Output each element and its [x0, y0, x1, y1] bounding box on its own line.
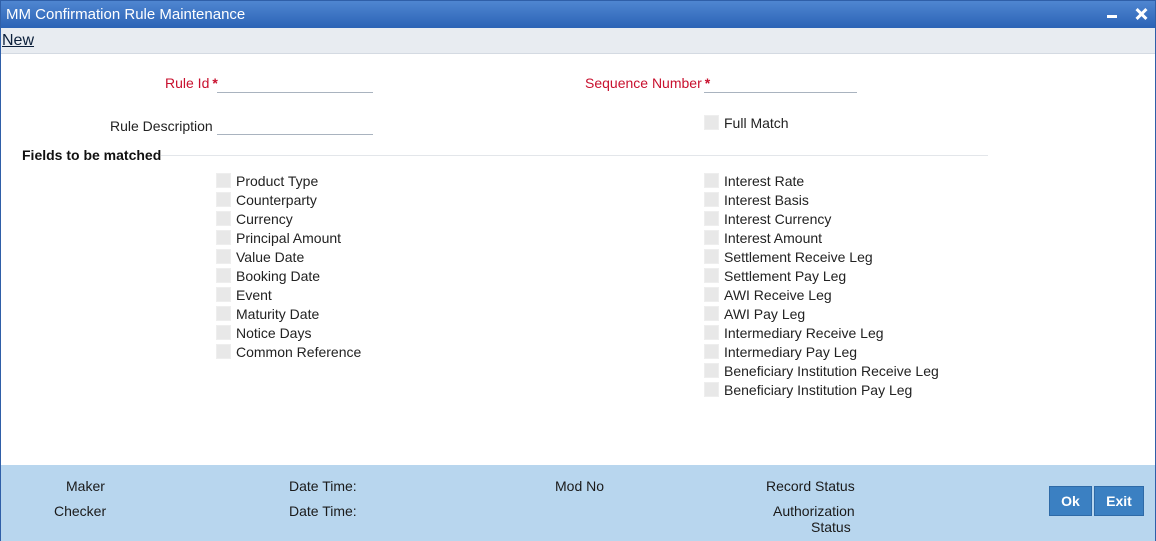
- principal-amount-checkbox[interactable]: Principal Amount: [216, 228, 341, 247]
- intermediary-pay-leg-label: Intermediary Pay Leg: [724, 343, 858, 360]
- checkbox-box[interactable]: [704, 306, 719, 321]
- mod-no-label: Mod No: [555, 478, 605, 494]
- checkbox-box[interactable]: [704, 192, 719, 207]
- beneficiary-institution-receive-leg-label: Beneficiary Institution Receive Leg: [724, 362, 939, 379]
- interest-basis-label: Interest Basis: [724, 191, 809, 208]
- value-date-checkbox[interactable]: Value Date: [216, 247, 304, 266]
- checkbox-box[interactable]: [216, 192, 231, 207]
- checkbox-box[interactable]: [704, 230, 719, 245]
- menu-bar: New: [1, 28, 1155, 54]
- checker-label: Checker: [54, 503, 107, 519]
- full-match-label: Full Match: [724, 114, 789, 131]
- rule-id-input[interactable]: [217, 71, 373, 93]
- minimize-icon[interactable]: [1103, 5, 1121, 23]
- beneficiary-institution-receive-leg-checkbox[interactable]: Beneficiary Institution Receive Leg: [704, 361, 939, 380]
- interest-amount-checkbox[interactable]: Interest Amount: [704, 228, 822, 247]
- record-status-label: Record Status: [766, 478, 855, 494]
- checkbox-box[interactable]: [216, 306, 231, 321]
- interest-currency-label: Interest Currency: [724, 210, 832, 227]
- title-bar: MM Confirmation Rule Maintenance: [1, 1, 1155, 28]
- counterparty-checkbox[interactable]: Counterparty: [216, 190, 317, 209]
- value-date-label: Value Date: [236, 248, 305, 265]
- interest-currency-checkbox[interactable]: Interest Currency: [704, 209, 831, 228]
- notice-days-label: Notice Days: [236, 324, 312, 341]
- currency-label: Currency: [236, 210, 293, 227]
- settlement-pay-leg-label: Settlement Pay Leg: [724, 267, 847, 284]
- event-checkbox[interactable]: Event: [216, 285, 272, 304]
- checkbox-box[interactable]: [704, 173, 719, 188]
- checkbox-box[interactable]: [704, 382, 719, 397]
- common-reference-label: Common Reference: [236, 343, 362, 360]
- sequence-number-input[interactable]: [704, 71, 857, 93]
- checkbox-box[interactable]: [216, 211, 231, 226]
- checkbox-box[interactable]: [216, 344, 231, 359]
- checkbox-box[interactable]: [216, 173, 231, 188]
- full-match-checkbox[interactable]: Full Match: [704, 113, 789, 132]
- exit-button[interactable]: Exit: [1094, 486, 1144, 516]
- settlement-receive-leg-label: Settlement Receive Leg: [724, 248, 873, 265]
- checkbox-box[interactable]: [216, 325, 231, 340]
- intermediary-receive-leg-label: Intermediary Receive Leg: [724, 324, 884, 341]
- common-reference-checkbox[interactable]: Common Reference: [216, 342, 361, 361]
- section-title: Fields to be matched: [22, 147, 162, 163]
- interest-rate-checkbox[interactable]: Interest Rate: [704, 171, 804, 190]
- awi-pay-leg-label: AWI Pay Leg: [724, 305, 806, 322]
- event-label: Event: [236, 286, 272, 303]
- settlement-pay-leg-checkbox[interactable]: Settlement Pay Leg: [704, 266, 846, 285]
- sequence-number-label: Sequence Number *: [585, 75, 710, 91]
- close-icon[interactable]: [1132, 5, 1150, 23]
- notice-days-checkbox[interactable]: Notice Days: [216, 323, 311, 342]
- checkbox-box[interactable]: [704, 211, 719, 226]
- interest-rate-label: Interest Rate: [724, 172, 805, 189]
- checkbox-box[interactable]: [216, 249, 231, 264]
- checkbox-box[interactable]: [216, 230, 231, 245]
- maker-date-time-label: Date Time:: [289, 478, 357, 494]
- maker-label: Maker: [66, 478, 105, 494]
- checkbox-box[interactable]: [704, 287, 719, 302]
- authorization-label: Authorization: [773, 503, 855, 519]
- ok-button[interactable]: Ok: [1049, 486, 1092, 516]
- awi-receive-leg-checkbox[interactable]: AWI Receive Leg: [704, 285, 832, 304]
- checkbox-box[interactable]: [704, 363, 719, 378]
- product-type-label: Product Type: [236, 172, 319, 189]
- maturity-date-checkbox[interactable]: Maturity Date: [216, 304, 319, 323]
- intermediary-receive-leg-checkbox[interactable]: Intermediary Receive Leg: [704, 323, 884, 342]
- booking-date-label: Booking Date: [236, 267, 321, 284]
- booking-date-checkbox[interactable]: Booking Date: [216, 266, 320, 285]
- interest-basis-checkbox[interactable]: Interest Basis: [704, 190, 809, 209]
- currency-checkbox[interactable]: Currency: [216, 209, 293, 228]
- principal-amount-label: Principal Amount: [236, 229, 342, 246]
- audit-footer: Maker Checker Date Time: Date Time: Mod …: [1, 465, 1155, 541]
- maintenance-window: MM Confirmation Rule Maintenance New Rul…: [0, 0, 1156, 541]
- rule-description-label: Rule Description: [110, 118, 213, 134]
- checkbox-box[interactable]: [704, 344, 719, 359]
- intermediary-pay-leg-checkbox[interactable]: Intermediary Pay Leg: [704, 342, 857, 361]
- new-menu-item[interactable]: New: [2, 32, 34, 50]
- checkbox-box[interactable]: [704, 268, 719, 283]
- awi-pay-leg-checkbox[interactable]: AWI Pay Leg: [704, 304, 805, 323]
- beneficiary-institution-pay-leg-checkbox[interactable]: Beneficiary Institution Pay Leg: [704, 380, 912, 399]
- product-type-checkbox[interactable]: Product Type: [216, 171, 318, 190]
- checker-date-time-label: Date Time:: [289, 503, 357, 519]
- checkbox-box[interactable]: [216, 287, 231, 302]
- settlement-receive-leg-checkbox[interactable]: Settlement Receive Leg: [704, 247, 873, 266]
- counterparty-label: Counterparty: [236, 191, 317, 208]
- rule-id-label: Rule Id *: [165, 75, 218, 91]
- checkbox-box[interactable]: [704, 249, 719, 264]
- window-title: MM Confirmation Rule Maintenance: [6, 6, 246, 23]
- checkbox-box[interactable]: [704, 115, 719, 130]
- section-divider: [161, 155, 988, 156]
- awi-receive-leg-label: AWI Receive Leg: [724, 286, 832, 303]
- rule-id-label-text: Rule Id: [165, 75, 210, 91]
- checkbox-box[interactable]: [704, 325, 719, 340]
- checkbox-box[interactable]: [216, 268, 231, 283]
- sequence-number-label-text: Sequence Number: [585, 75, 702, 91]
- maturity-date-label: Maturity Date: [236, 305, 320, 322]
- beneficiary-institution-pay-leg-label: Beneficiary Institution Pay Leg: [724, 381, 913, 398]
- interest-amount-label: Interest Amount: [724, 229, 823, 246]
- rule-description-input[interactable]: [217, 113, 373, 135]
- authorization-status-label: Status: [811, 519, 851, 535]
